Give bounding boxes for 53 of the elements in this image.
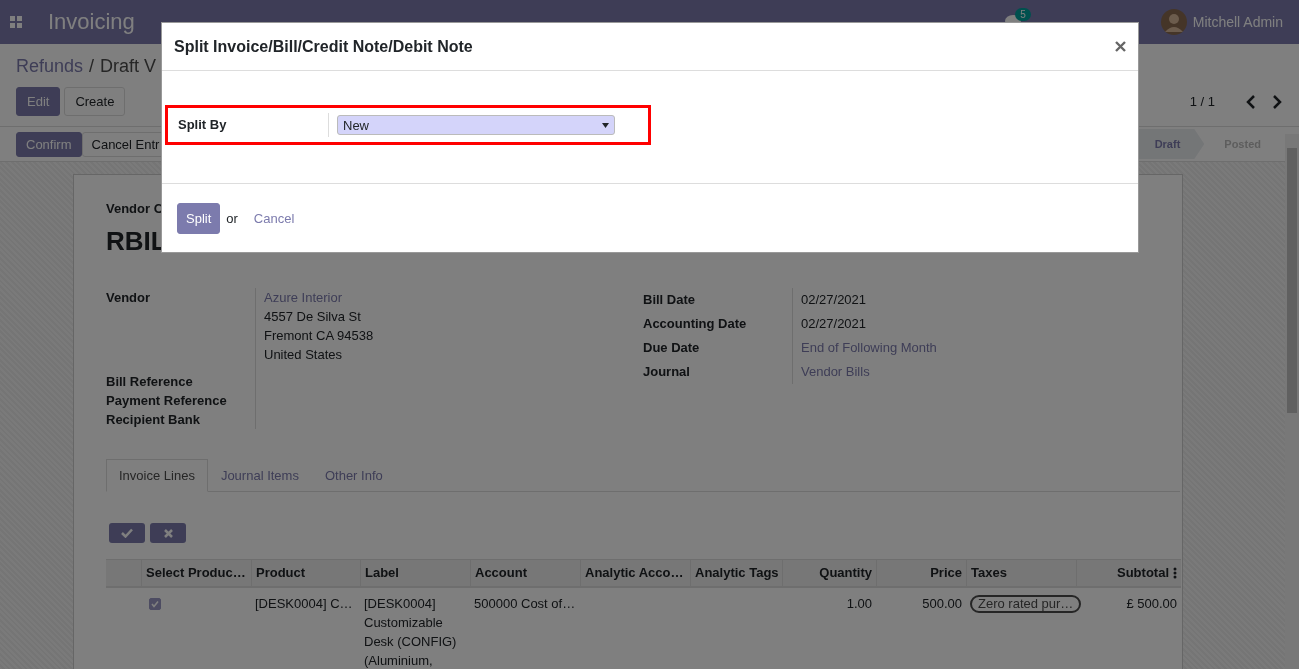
column-header[interactable]: Product (251, 560, 360, 586)
column-header[interactable]: Select Produc… (141, 560, 251, 586)
breadcrumb-current: Draft V (100, 56, 157, 77)
column-header[interactable]: Account (470, 560, 580, 586)
field-label: Split By (178, 113, 329, 137)
column-header[interactable]: Analytic Tags (690, 560, 782, 586)
field-link[interactable]: Vendor Bills (793, 360, 937, 384)
message-count-badge: 5 (1015, 7, 1031, 21)
column-header[interactable]: Price (876, 560, 966, 586)
table-cell: £ 500.00 (1126, 596, 1177, 611)
field-label: Bill Reference (106, 372, 256, 391)
field-label: Payment Reference (106, 391, 256, 410)
notebook-tab[interactable]: Other Info (311, 459, 396, 492)
field-label: Accounting Date (643, 312, 793, 336)
split-button[interactable]: Split (177, 202, 221, 234)
column-header[interactable]: Label (360, 560, 470, 586)
column-header[interactable]: Subtotal (1117, 560, 1169, 586)
field-label: Recipient Bank (106, 410, 256, 429)
table-cell: [DESK0004] C… (255, 596, 353, 611)
notebook-tab[interactable]: Invoice Lines (106, 459, 208, 492)
confirm-button[interactable]: Confirm (16, 131, 82, 157)
field-label: Vendor (106, 288, 256, 372)
notebook-tab[interactable]: Journal Items (207, 459, 312, 492)
dialog-title: Split Invoice/Bill/Credit Note/Debit Note (174, 37, 474, 56)
field-label: Due Date (643, 336, 793, 360)
table-cell: 500000 Cost of… (474, 596, 576, 611)
field-label: Bill Date (643, 288, 793, 312)
address-line: United States (264, 346, 344, 364)
field-value: 02/27/2021 (800, 315, 868, 333)
user-name[interactable]: Mitchell Admin (1192, 14, 1283, 30)
table-cell: 500.00 (922, 596, 962, 611)
column-header[interactable]: Quantity (782, 560, 876, 586)
table-cell: [DESK0004] Customizable Desk (CONFIG) (Aluminium, (364, 596, 457, 668)
record-name: RBIL (106, 226, 168, 258)
column-header[interactable]: Taxes (966, 560, 1076, 586)
address-line: 4557 De Silva St (264, 308, 362, 326)
field-link[interactable]: End of Following Month (793, 336, 937, 360)
breadcrumb-link[interactable]: Refunds (16, 56, 84, 77)
create-button[interactable]: Create (64, 87, 126, 116)
vendor-link[interactable]: Azure Interior (264, 288, 643, 307)
app-title: Invoicing (48, 9, 135, 35)
pager-counter: 1 / 1 (1189, 94, 1215, 109)
tax-tag: Zero rated pur… (970, 595, 1082, 613)
or-text: or (226, 210, 238, 226)
edit-button[interactable]: Edit (16, 87, 61, 116)
field-label: Journal (643, 360, 793, 384)
split-by-select[interactable]: New (337, 115, 615, 135)
column-header[interactable]: Analytic Acco… (580, 560, 690, 586)
table-cell: 1.00 (846, 596, 872, 611)
cancel-link[interactable]: Cancel (253, 210, 295, 226)
breadcrumb-separator: / (89, 56, 95, 77)
field-value: 02/27/2021 (800, 291, 868, 309)
address-line: Fremont CA 94538 (264, 327, 375, 345)
